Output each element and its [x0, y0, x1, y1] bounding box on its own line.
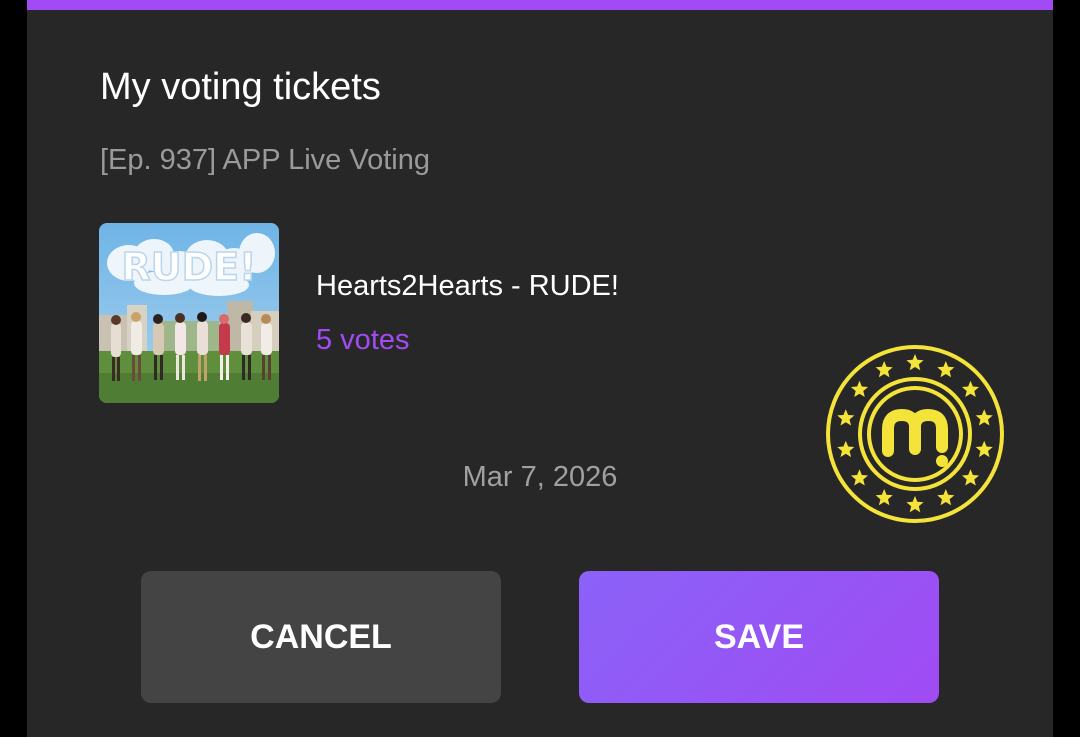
album-cover-text: RUDE!	[122, 245, 257, 289]
badge-star	[975, 440, 993, 458]
dialog-title: My voting tickets	[100, 66, 381, 108]
badge-star	[837, 440, 855, 458]
badge-star	[875, 361, 893, 378]
badge-star	[837, 409, 855, 426]
badge-star	[961, 380, 980, 398]
badge-star	[961, 469, 980, 486]
badge-star	[850, 469, 869, 486]
song-title: Hearts2Hearts - RUDE!	[316, 270, 619, 302]
dialog-subtitle: [Ep. 937] APP Live Voting	[100, 144, 430, 176]
album-cover: RUDE!	[99, 223, 279, 403]
badge-star	[875, 488, 893, 506]
badge-star	[906, 354, 924, 371]
badge-star	[937, 361, 955, 378]
save-button[interactable]: SAVE	[579, 571, 939, 703]
badge-star	[850, 380, 869, 398]
badge-star	[906, 496, 924, 513]
cancel-button[interactable]: CANCEL	[141, 571, 501, 703]
vote-count: 5 votes	[316, 324, 410, 356]
voting-tickets-dialog: My voting tickets [Ep. 937] APP Live Vot…	[27, 0, 1053, 737]
m-star-badge-icon	[824, 343, 1006, 525]
accent-bar	[27, 0, 1053, 10]
badge-star	[975, 409, 993, 426]
badge-star	[937, 488, 955, 506]
